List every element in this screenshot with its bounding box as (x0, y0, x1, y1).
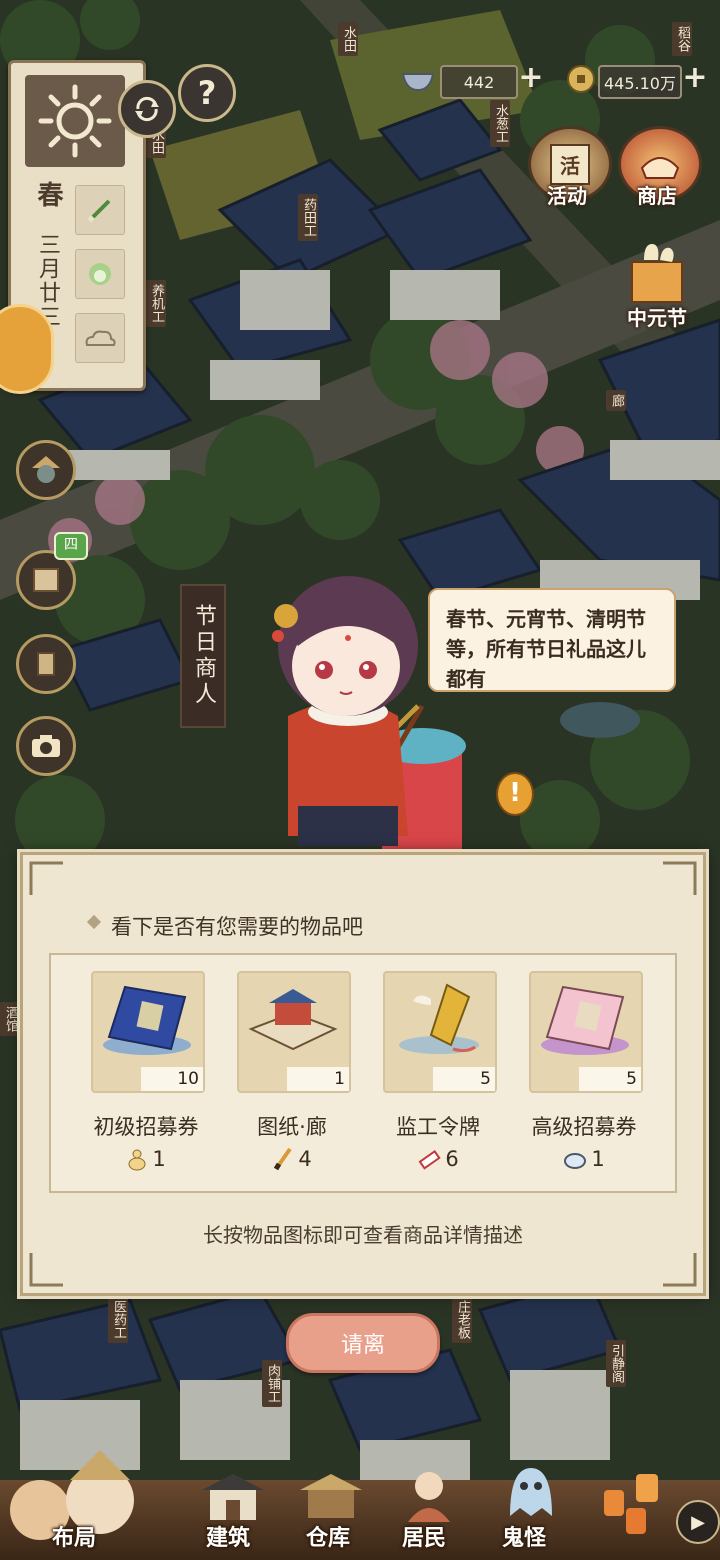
alert-icon[interactable]: ! (496, 772, 534, 816)
scallion-icon[interactable] (75, 185, 125, 235)
villager-avatar-icon[interactable] (16, 440, 76, 500)
item-price-value: 6 (445, 1147, 459, 1171)
item-name: 图纸·廊 (257, 1115, 327, 1139)
event-side-icon[interactable] (0, 304, 54, 394)
item-price-value: 4 (298, 1147, 312, 1171)
shop-item-card[interactable]: 5 (383, 971, 497, 1093)
refresh-icon[interactable] (118, 80, 176, 138)
building-icon[interactable] (198, 1470, 268, 1526)
coin-icon (566, 64, 596, 94)
map-label-tavern[interactable]: 酒馆 (0, 1002, 20, 1036)
item-price: 1 (529, 1147, 639, 1171)
cabbage-icon[interactable] (75, 249, 125, 299)
map-label-herb-worker[interactable]: 药田工 (298, 194, 318, 241)
map-label-rice[interactable]: 稻谷 (672, 22, 692, 56)
map-label-farm-worker[interactable]: 养机工 (146, 280, 166, 327)
book-blue-icon (103, 985, 191, 1055)
camera-icon[interactable] (16, 716, 76, 776)
map-label-doctor[interactable]: 医药工 (108, 1296, 128, 1343)
item-name: 初级招募券 (93, 1115, 199, 1139)
item-quantity: 5 (433, 1067, 495, 1091)
residents-icon[interactable] (394, 1464, 464, 1524)
shop-item-card[interactable]: 5 (529, 971, 643, 1093)
book-pink-icon (541, 985, 629, 1055)
firecracker-icon (418, 1149, 441, 1170)
item-quantity: 5 (579, 1067, 641, 1091)
scroll-icon[interactable] (16, 634, 76, 694)
shop-items-grid: 10 初级招募券 1 1 图纸·廊 4 5 监工令牌 6 5 高级招募券 1 (49, 953, 677, 1193)
dialog-hint: 长按物品图标即可查看商品详情描述 (203, 1223, 523, 1247)
resource-bowl-value: 442 (440, 65, 518, 99)
shop-item-card[interactable]: 1 (237, 971, 351, 1093)
fan-icon (564, 1153, 587, 1169)
gourd-icon (128, 1149, 146, 1171)
map-label-butcher[interactable]: 肉铺工 (262, 1360, 282, 1407)
nav-storage[interactable]: 仓库 (306, 1520, 350, 1552)
item-price-value: 1 (152, 1147, 166, 1171)
resource-coin-value: 445.10万 (598, 65, 682, 99)
token-icon (399, 983, 479, 1054)
item-name: 监工令牌 (396, 1115, 480, 1139)
weather-sun-icon (25, 75, 125, 167)
map-label-scallion-worker[interactable]: 水葱工 (490, 100, 510, 147)
item-price: 4 (237, 1147, 347, 1171)
season-label: 春 (33, 181, 63, 209)
cloud-icon[interactable] (75, 313, 125, 363)
bowl-icon (400, 64, 436, 94)
leave-button[interactable]: 请离 (286, 1313, 440, 1373)
add-bowl-button[interactable]: + (516, 63, 546, 94)
add-coin-button[interactable]: + (680, 63, 710, 94)
item-price: 1 (91, 1147, 201, 1171)
lantern-festival-icon[interactable] (622, 240, 692, 306)
map-label-pavilion[interactable]: 引静阁 (606, 1340, 626, 1387)
shop-label[interactable]: 商店 (612, 180, 702, 209)
merchant-sign: 节日商人 (180, 584, 226, 728)
item-name: 高级招募券 (531, 1115, 637, 1139)
nav-layout[interactable]: 布局 (52, 1520, 96, 1552)
dialog-prompt: 看下是否有您需要的物品吧 (111, 915, 363, 939)
item-price-value: 1 (591, 1147, 605, 1171)
sky-lanterns-icon (604, 1474, 658, 1534)
help-icon[interactable]: ? (178, 64, 236, 122)
merchant-speech-bubble: 春节、元宵节、清明节等，所有节日礼品这儿都有 (428, 588, 676, 692)
item-price: 6 (383, 1147, 493, 1171)
ghost-icon[interactable] (496, 1460, 566, 1520)
book-badge: 四 (54, 532, 88, 560)
storage-icon[interactable] (296, 1468, 366, 1524)
shop-item-card[interactable]: 10 (91, 971, 205, 1093)
event-label[interactable]: 中元节 (612, 302, 702, 331)
nav-ghost[interactable]: 鬼怪 (502, 1520, 546, 1552)
item-quantity: 1 (287, 1067, 349, 1091)
brush-icon (274, 1147, 292, 1171)
nav-build[interactable]: 建筑 (206, 1520, 250, 1552)
map-label-paddy[interactable]: 水田 (338, 22, 358, 56)
merchant-shop-dialog: 看下是否有您需要的物品吧 10 初级招募券 1 1 图纸·廊 4 5 监工令牌 … (20, 852, 706, 1296)
nav-residents[interactable]: 居民 (402, 1520, 446, 1552)
blueprint-icon (248, 989, 338, 1051)
play-button[interactable]: ▶ (676, 1500, 720, 1544)
map-label-manor-boss[interactable]: 庄老板 (452, 1296, 472, 1343)
activity-label[interactable]: 活动 (522, 180, 612, 209)
item-quantity: 10 (141, 1067, 203, 1091)
map-label-corridor[interactable]: 廊 (606, 390, 626, 411)
